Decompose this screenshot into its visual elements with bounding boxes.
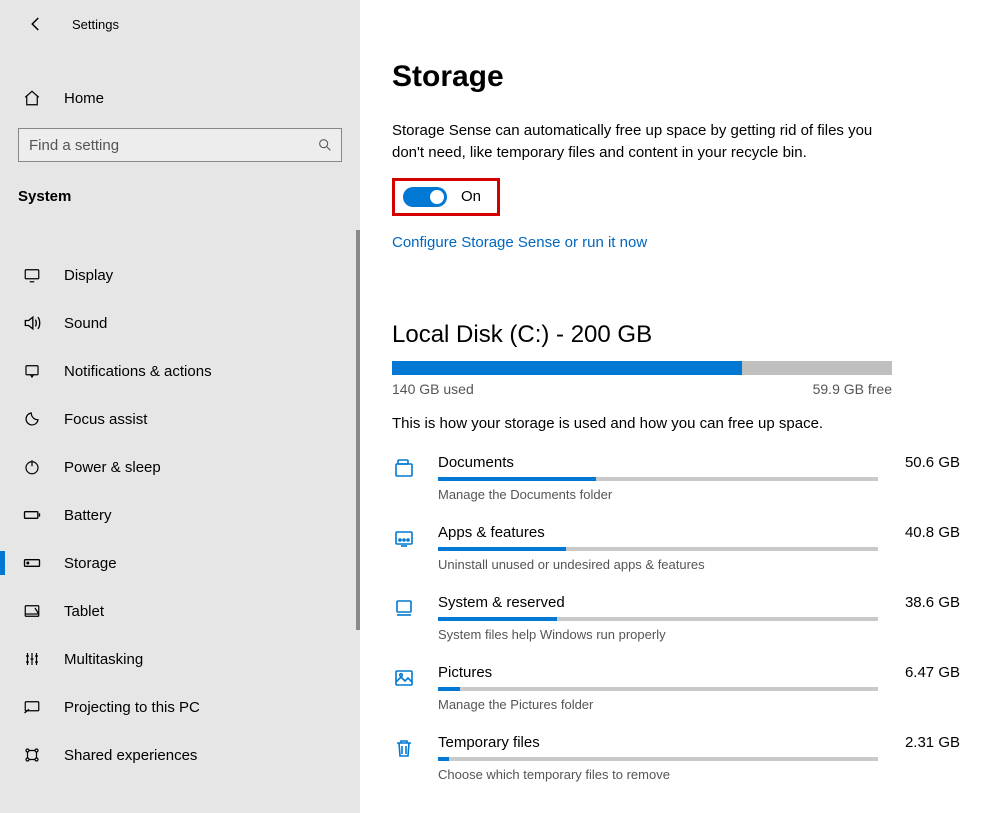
sidebar-item-power[interactable]: Power & sleep bbox=[0, 443, 360, 491]
sidebar-item-projecting[interactable]: Projecting to this PC bbox=[0, 683, 360, 731]
storage-sense-toggle[interactable] bbox=[403, 187, 447, 207]
sidebar-scrollbar[interactable] bbox=[356, 230, 360, 630]
sidebar-item-shared[interactable]: Shared experiences bbox=[0, 731, 360, 779]
sidebar-item-label: Shared experiences bbox=[64, 747, 197, 764]
category-sub: Manage the Documents folder bbox=[438, 487, 960, 502]
sidebar-item-label: Power & sleep bbox=[64, 459, 161, 476]
category-bar-fill bbox=[438, 617, 557, 621]
category-sub: System files help Windows run properly bbox=[438, 627, 960, 642]
disk-title: Local Disk (C:) - 200 GB bbox=[392, 321, 960, 349]
disk-used-label: 140 GB used bbox=[392, 381, 474, 397]
category-bar bbox=[438, 477, 878, 481]
sidebar-item-storage[interactable]: Storage bbox=[0, 539, 360, 587]
pictures-icon bbox=[392, 666, 418, 692]
category-name: Apps & features bbox=[438, 524, 545, 541]
temp-icon bbox=[392, 736, 418, 762]
configure-link[interactable]: Configure Storage Sense or run it now bbox=[392, 234, 647, 251]
category-list: Documents 50.6 GB Manage the Documents fol… bbox=[392, 454, 960, 782]
sidebar-item-label: Notifications & actions bbox=[64, 363, 212, 380]
toggle-highlight: On bbox=[392, 178, 500, 216]
search-field[interactable] bbox=[29, 137, 317, 154]
home-link[interactable]: Home bbox=[0, 78, 360, 118]
category-sub: Manage the Pictures folder bbox=[438, 697, 960, 712]
category-name: Temporary files bbox=[438, 734, 540, 751]
category-apps[interactable]: Apps & features 40.8 GB Uninstall unused o… bbox=[392, 524, 960, 572]
sidebar-item-tablet[interactable]: Tablet bbox=[0, 587, 360, 635]
category-bar bbox=[438, 617, 878, 621]
category-bar bbox=[438, 547, 878, 551]
sidebar-item-display[interactable]: Display bbox=[0, 251, 360, 299]
sidebar-item-label: Storage bbox=[64, 555, 117, 572]
category-bar-fill bbox=[438, 687, 460, 691]
category-sub: Uninstall unused or undesired apps & fea… bbox=[438, 557, 960, 572]
search-icon bbox=[317, 137, 333, 153]
home-label: Home bbox=[64, 90, 104, 107]
sound-icon bbox=[22, 313, 42, 333]
sidebar-item-label: Display bbox=[64, 267, 113, 284]
category-temp[interactable]: Temporary files 2.31 GB Choose which tempo… bbox=[392, 734, 960, 782]
category-sub: Choose which temporary files to remove bbox=[438, 767, 960, 782]
tablet-icon bbox=[22, 601, 42, 621]
category-size: 6.47 GB bbox=[905, 664, 960, 681]
sidebar: Settings Home System Display Sound Notific… bbox=[0, 0, 360, 813]
sidebar-item-label: Tablet bbox=[64, 603, 104, 620]
search-input[interactable] bbox=[18, 128, 342, 162]
toggle-state-label: On bbox=[461, 188, 481, 205]
sidebar-item-label: Projecting to this PC bbox=[64, 699, 200, 716]
display-icon bbox=[22, 265, 42, 285]
category-bar bbox=[438, 687, 878, 691]
disk-description: This is how your storage is used and how… bbox=[392, 415, 960, 432]
sidebar-item-battery[interactable]: Battery bbox=[0, 491, 360, 539]
sidebar-nav: Display Sound Notifications & actions Focus… bbox=[0, 251, 360, 779]
notifications-icon bbox=[22, 361, 42, 381]
category-system[interactable]: System & reserved 38.6 GB System files hel… bbox=[392, 594, 960, 642]
back-icon[interactable] bbox=[26, 14, 46, 34]
category-documents[interactable]: Documents 50.6 GB Manage the Documents fol… bbox=[392, 454, 960, 502]
category-size: 40.8 GB bbox=[905, 524, 960, 541]
disk-usage-fill bbox=[392, 361, 742, 375]
disk-free-label: 59.9 GB free bbox=[813, 381, 892, 397]
category-name: System & reserved bbox=[438, 594, 565, 611]
sidebar-item-notifications[interactable]: Notifications & actions bbox=[0, 347, 360, 395]
home-icon bbox=[22, 88, 42, 108]
documents-icon bbox=[392, 456, 418, 482]
focus-icon bbox=[22, 409, 42, 429]
category-bar-fill bbox=[438, 547, 566, 551]
storage-icon bbox=[22, 553, 42, 573]
page-title: Storage bbox=[392, 60, 960, 94]
battery-icon bbox=[22, 505, 42, 525]
group-title: System bbox=[0, 172, 360, 223]
sidebar-item-focus[interactable]: Focus assist bbox=[0, 395, 360, 443]
disk-usage-bar bbox=[392, 361, 892, 375]
category-size: 38.6 GB bbox=[905, 594, 960, 611]
system-icon bbox=[392, 596, 418, 622]
app-title: Settings bbox=[72, 17, 119, 32]
category-pictures[interactable]: Pictures 6.47 GB Manage the Pictures folde… bbox=[392, 664, 960, 712]
category-size: 50.6 GB bbox=[905, 454, 960, 471]
category-size: 2.31 GB bbox=[905, 734, 960, 751]
sidebar-item-label: Sound bbox=[64, 315, 107, 332]
projecting-icon bbox=[22, 697, 42, 717]
sidebar-item-multitasking[interactable]: Multitasking bbox=[0, 635, 360, 683]
main-content: Storage Storage Sense can automatically … bbox=[360, 0, 1000, 813]
category-name: Documents bbox=[438, 454, 514, 471]
sidebar-item-label: Multitasking bbox=[64, 651, 143, 668]
sidebar-item-label: Focus assist bbox=[64, 411, 147, 428]
shared-icon bbox=[22, 745, 42, 765]
category-bar bbox=[438, 757, 878, 761]
category-bar-fill bbox=[438, 757, 449, 761]
power-icon bbox=[22, 457, 42, 477]
category-bar-fill bbox=[438, 477, 596, 481]
category-name: Pictures bbox=[438, 664, 492, 681]
sidebar-item-sound[interactable]: Sound bbox=[0, 299, 360, 347]
sidebar-item-label: Battery bbox=[64, 507, 112, 524]
multitasking-icon bbox=[22, 649, 42, 669]
storage-sense-desc: Storage Sense can automatically free up … bbox=[392, 120, 902, 164]
apps-icon bbox=[392, 526, 418, 552]
